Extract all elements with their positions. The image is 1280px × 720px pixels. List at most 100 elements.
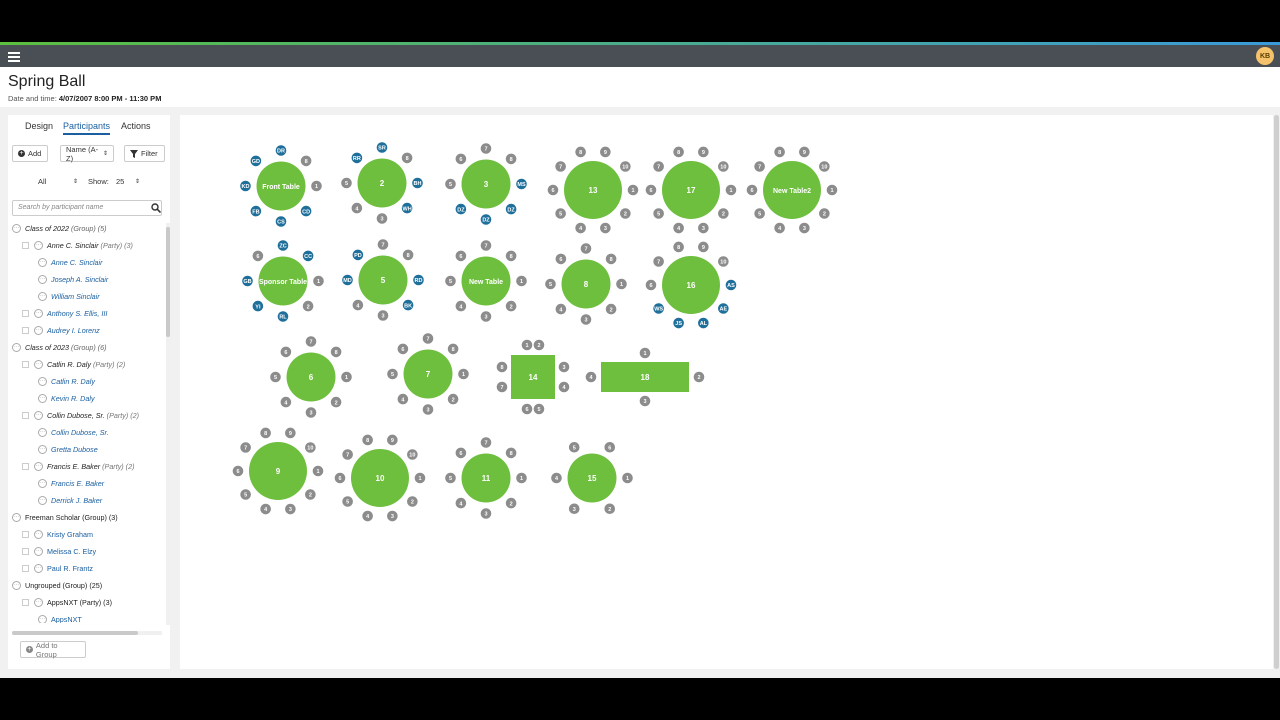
- row-options-icon[interactable]: ···: [38, 478, 47, 488]
- tree-horizontal-scrollbar[interactable]: [12, 631, 162, 635]
- seat[interactable]: 7: [554, 160, 567, 173]
- row-options-icon[interactable]: ···: [12, 580, 21, 590]
- seat[interactable]: 6: [454, 249, 468, 263]
- row-checkbox[interactable]: [22, 462, 29, 470]
- seat[interactable]: 3: [386, 509, 399, 523]
- row-options-icon[interactable]: ···: [38, 495, 47, 505]
- seat[interactable]: 2: [717, 207, 730, 220]
- seat[interactable]: 3: [697, 221, 710, 235]
- row-options-icon[interactable]: ···: [34, 308, 43, 318]
- seat[interactable]: 1: [340, 370, 353, 384]
- seat[interactable]: 2: [304, 488, 317, 501]
- seat[interactable]: 4: [454, 299, 468, 313]
- row-options-icon[interactable]: ···: [12, 512, 21, 522]
- seat[interactable]: 7: [495, 380, 509, 394]
- seat[interactable]: 3: [567, 502, 581, 516]
- seat[interactable]: 1: [638, 346, 652, 360]
- seat[interactable]: 8: [574, 145, 587, 159]
- seat[interactable]: 5: [386, 367, 399, 381]
- seat[interactable]: 2: [301, 299, 315, 313]
- seat[interactable]: 10: [406, 448, 419, 461]
- seat[interactable]: 10: [619, 160, 632, 173]
- seat[interactable]: 7: [304, 335, 318, 348]
- search-icon[interactable]: [151, 203, 161, 213]
- seat[interactable]: 6: [333, 471, 347, 485]
- seat[interactable]: 3: [798, 221, 811, 235]
- row-options-icon[interactable]: ···: [34, 461, 43, 471]
- seat[interactable]: 8: [672, 240, 685, 254]
- row-options-icon[interactable]: ···: [34, 325, 43, 335]
- seat[interactable]: YI: [251, 299, 265, 313]
- seat[interactable]: 3: [375, 212, 389, 225]
- seat[interactable]: KD: [239, 179, 252, 193]
- tree-row[interactable]: ··· Anne C. Sinclair (Party) (3): [22, 238, 133, 252]
- menu-icon[interactable]: [8, 50, 20, 62]
- seat[interactable]: 8: [259, 426, 272, 440]
- seat[interactable]: 9: [284, 426, 297, 440]
- seat[interactable]: 1: [825, 183, 839, 197]
- row-checkbox[interactable]: [22, 241, 29, 249]
- seat[interactable]: 8: [773, 145, 786, 159]
- seat[interactable]: 5: [652, 207, 665, 220]
- seat[interactable]: 1: [311, 464, 325, 478]
- seat[interactable]: 2: [604, 302, 618, 316]
- seat[interactable]: 7: [479, 142, 493, 155]
- seat[interactable]: 6: [520, 402, 534, 416]
- seat[interactable]: 1: [515, 274, 528, 288]
- seat[interactable]: 9: [697, 145, 710, 159]
- seat[interactable]: DZ: [504, 202, 518, 216]
- seat[interactable]: CD: [299, 204, 313, 218]
- seat[interactable]: 6: [231, 464, 245, 478]
- seat[interactable]: 6: [396, 342, 410, 356]
- tab-participants[interactable]: Participants: [63, 121, 111, 135]
- seat[interactable]: 2: [619, 207, 632, 220]
- seat[interactable]: BH: [411, 176, 424, 190]
- seat[interactable]: 8: [604, 252, 618, 266]
- seat[interactable]: 3: [579, 313, 593, 326]
- seat[interactable]: FB: [249, 204, 263, 218]
- seat[interactable]: 2: [532, 338, 546, 352]
- tree-row[interactable]: ··· Catlin R. Daly: [38, 374, 95, 388]
- floor-plan[interactable]: 1 CD CS FB KD GD DR 8 Front Table BH WH 3 4 5 RR SR 8 2 MS…: [180, 115, 1273, 669]
- seat[interactable]: 3: [479, 310, 493, 323]
- seat[interactable]: CS: [274, 215, 288, 228]
- seat[interactable]: 7: [579, 242, 593, 255]
- seat[interactable]: 6: [546, 183, 560, 197]
- seat[interactable]: BK: [401, 298, 415, 312]
- seat[interactable]: 7: [652, 255, 665, 268]
- seat[interactable]: 6: [454, 152, 468, 166]
- seat[interactable]: 8: [361, 433, 374, 447]
- seat[interactable]: MD: [341, 273, 354, 287]
- seat[interactable]: 8: [504, 249, 518, 263]
- seat[interactable]: GD: [249, 154, 263, 168]
- seat[interactable]: 4: [672, 221, 685, 235]
- seat[interactable]: 6: [554, 252, 568, 266]
- row-options-icon[interactable]: ···: [12, 342, 21, 352]
- seat[interactable]: 7: [479, 436, 493, 449]
- seat[interactable]: 5: [239, 488, 252, 501]
- tree-row[interactable]: ··· Class of 2022 (Group) (5): [12, 223, 107, 235]
- seat[interactable]: CC: [301, 249, 315, 263]
- seat[interactable]: 2: [406, 495, 419, 508]
- seat[interactable]: 5: [341, 495, 354, 508]
- seat[interactable]: AL: [697, 316, 710, 330]
- seat[interactable]: 1: [615, 277, 628, 291]
- seat[interactable]: 10: [717, 160, 730, 173]
- seat[interactable]: 8: [400, 151, 414, 165]
- row-options-icon[interactable]: ···: [34, 563, 43, 573]
- seat[interactable]: 10: [304, 441, 317, 454]
- seat[interactable]: AS: [724, 278, 738, 292]
- tab-actions[interactable]: Actions: [121, 121, 151, 131]
- seat[interactable]: 7: [652, 160, 665, 173]
- tree-row[interactable]: ··· Audrey I. Lorenz: [22, 323, 100, 337]
- seat[interactable]: 6: [279, 345, 293, 359]
- row-options-icon[interactable]: ···: [38, 274, 47, 284]
- seat[interactable]: 5: [340, 176, 353, 190]
- seat[interactable]: 2: [818, 207, 831, 220]
- add-button[interactable]: + Add: [12, 145, 48, 162]
- seat[interactable]: 1: [413, 471, 427, 485]
- seat[interactable]: 10: [818, 160, 831, 173]
- tree-row[interactable]: ··· Derrick J. Baker: [38, 493, 102, 507]
- seat[interactable]: 3: [421, 403, 435, 416]
- seat[interactable]: 4: [773, 221, 786, 235]
